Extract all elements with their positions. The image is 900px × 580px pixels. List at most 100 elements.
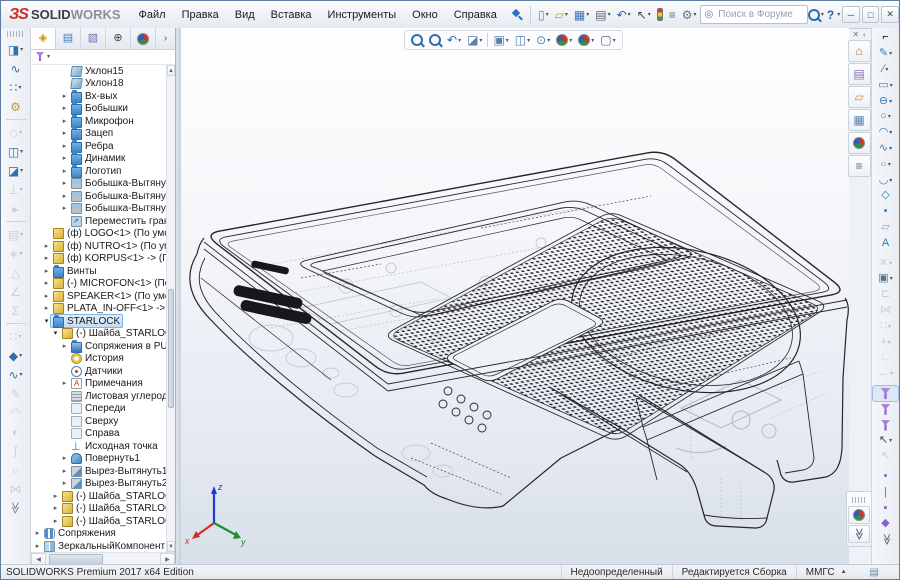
view-settings-icon[interactable]: ▢▾ (597, 32, 618, 48)
tree-item[interactable]: ▸(-) Шайба_STARLOCK<5> (По (31, 490, 166, 503)
show-hidden-components-icon[interactable]: ◫▾ (4, 142, 28, 161)
print-icon[interactable]: ▤▾ (592, 5, 613, 25)
spline-icon[interactable]: ∿▾ (873, 141, 898, 157)
select-icon[interactable]: ↖▾ (634, 5, 654, 25)
corner-rectangle-icon[interactable]: ⌐ (873, 30, 898, 46)
dropdown-arrow[interactable]: ▾ (889, 145, 892, 152)
filter-stack-icon[interactable] (873, 401, 898, 417)
display-relations-icon[interactable]: ∟ (873, 350, 898, 366)
tree-item[interactable]: ▸Бобышка-Вытянуть29 (31, 178, 166, 191)
dropdown-arrow[interactable]: ▾ (19, 129, 22, 136)
dropdown-arrow[interactable]: ▾ (888, 161, 891, 168)
dropdown-arrow[interactable]: ▾ (546, 11, 549, 18)
exploded-view-icon[interactable]: ∗▾ (4, 244, 28, 263)
solidworks-resources-icon[interactable]: ⌂ (848, 40, 871, 62)
tree-item[interactable]: Справа (31, 428, 166, 441)
tab-dimxpert-manager[interactable]: ⊕ (106, 28, 131, 49)
search-button[interactable]: ▾ (808, 9, 824, 21)
tree-item[interactable]: ▸Примечания (31, 378, 166, 391)
toolbar-grip[interactable] (7, 31, 25, 37)
previous-view-icon[interactable]: ↶▾ (444, 32, 464, 48)
undo-icon[interactable]: ↶▾ (614, 5, 634, 25)
tree-item[interactable]: ▸Вырез-Вытянуть1 (31, 465, 166, 478)
minimize-button[interactable]: ─ (842, 6, 860, 23)
file-properties-icon[interactable]: ≡ (666, 5, 679, 25)
expand-arrow[interactable]: ▸ (60, 130, 69, 137)
dropdown-arrow[interactable]: ▾ (889, 98, 892, 105)
revolve-icon[interactable]: ◐ (4, 422, 28, 441)
filter-solid-icon[interactable]: ◆ (873, 516, 898, 532)
dropdown-arrow[interactable]: ▾ (889, 260, 892, 267)
new-document-icon[interactable]: ▯▾ (535, 5, 552, 25)
dropdown-arrow[interactable]: ▾ (18, 333, 21, 340)
save-document-icon[interactable]: ▦▾ (571, 5, 592, 25)
expand-arrow[interactable]: ▸ (42, 305, 51, 312)
insert-components-icon[interactable]: ◨▾ (4, 40, 28, 59)
apply-scene-icon[interactable]: ▾ (575, 32, 597, 48)
scrollbar-thumb[interactable] (168, 289, 174, 408)
maximize-button[interactable]: □ (862, 6, 880, 23)
more-tabs-icon[interactable]: › (156, 28, 175, 49)
dropdown-arrow[interactable]: ▾ (890, 275, 893, 282)
reference-geometry-icon[interactable]: ⊥▾ (4, 180, 28, 199)
dropdown-arrow[interactable]: ▾ (648, 11, 651, 18)
graphics-viewport[interactable]: z x y (181, 28, 849, 565)
more-filters-icon[interactable]: ≫ (873, 532, 898, 548)
expand-arrow[interactable]: ▸ (60, 455, 69, 462)
mirror-icon[interactable]: ⋈ (4, 479, 28, 498)
view-orientation-icon[interactable]: ▣▾ (490, 32, 511, 48)
file-explorer-icon[interactable]: ▱ (848, 86, 871, 108)
expand-arrow[interactable]: ▸ (33, 543, 42, 550)
convert-entities-icon[interactable]: ▣▾ (873, 271, 898, 287)
tree-item[interactable]: Сверху (31, 415, 166, 428)
dropdown-arrow[interactable]: ▾ (20, 250, 23, 257)
circle-icon[interactable]: ○▾ (873, 109, 898, 125)
linear-sketch-pattern-icon[interactable]: ∷▾ (873, 318, 898, 334)
rebuild-icon[interactable] (654, 5, 666, 25)
dropdown-arrow[interactable]: ▾ (20, 148, 23, 155)
dropdown-arrow[interactable]: ▾ (479, 37, 482, 44)
dropdown-arrow[interactable]: ▾ (889, 177, 892, 184)
tree-item[interactable]: ▸Зацеп (31, 128, 166, 141)
tree-item[interactable]: ▸(-) Шайба_STARLOCK<1> (По (31, 503, 166, 516)
tree-item[interactable]: ▸(-) Шайба_STARLOCK<4> (По (31, 515, 166, 528)
interference-detection-icon[interactable]: △ (4, 263, 28, 282)
expand-more-icon[interactable]: ≫ (848, 525, 870, 543)
expand-arrow[interactable]: ▸ (60, 480, 69, 487)
dropdown-arrow[interactable]: ▾ (888, 323, 891, 330)
tree-item[interactable]: Датчики (31, 365, 166, 378)
expand-arrow[interactable]: ▸ (42, 293, 51, 300)
tree-item[interactable]: ▸Бобышка-Вытянуть35 (31, 203, 166, 216)
view-palette-icon[interactable]: ▦ (848, 109, 871, 131)
dropdown-arrow[interactable]: ▾ (586, 11, 589, 18)
dropdown-arrow[interactable]: ▾ (694, 11, 697, 18)
shell-icon[interactable]: ○ (4, 460, 28, 479)
tab-featuremanager-tree[interactable]: ◈ (31, 28, 56, 49)
tree-item[interactable]: Переместить грань8 (31, 215, 166, 228)
motion-study-icon[interactable]: ▸ (4, 199, 28, 218)
search-box[interactable]: ◎ (700, 5, 808, 24)
tree-item[interactable]: ▸Динамик (31, 153, 166, 166)
line-icon[interactable]: ∕▾ (873, 62, 898, 78)
sketch-icon[interactable]: ✎ (4, 384, 28, 403)
offset-entities-icon[interactable]: ⊏ (873, 287, 898, 303)
expand-arrow[interactable]: ▸ (60, 168, 69, 175)
measure-icon[interactable]: ∠ (4, 282, 28, 301)
open-document-icon[interactable]: ▱▾ (552, 5, 571, 25)
plane-icon[interactable]: ▱ (873, 220, 898, 236)
help-button[interactable]: ? (824, 8, 837, 22)
tree-item[interactable]: ▸(-) MICROFON<1> (По умолчани (31, 278, 166, 291)
options-icon[interactable]: ⚙▾ (679, 5, 700, 25)
dropdown-arrow[interactable]: ▾ (890, 82, 893, 89)
expand-arrow[interactable]: ▸ (42, 255, 51, 262)
tree-item[interactable]: ▸Логотип (31, 165, 166, 178)
tab-display-manager[interactable] (131, 28, 156, 49)
scroll-up-button[interactable]: ▲ (167, 65, 175, 76)
comments-icon[interactable]: ▤ (870, 567, 879, 578)
tree-item[interactable]: Исходная точка (31, 440, 166, 453)
expand-arrow[interactable]: ▸ (42, 243, 51, 250)
select-lasso-icon[interactable]: ↖ (873, 449, 898, 465)
appearances-scenes-icon[interactable] (848, 132, 871, 154)
tree-item[interactable]: ▸Микрофон (31, 115, 166, 128)
menu-item[interactable]: Файл (131, 1, 174, 28)
